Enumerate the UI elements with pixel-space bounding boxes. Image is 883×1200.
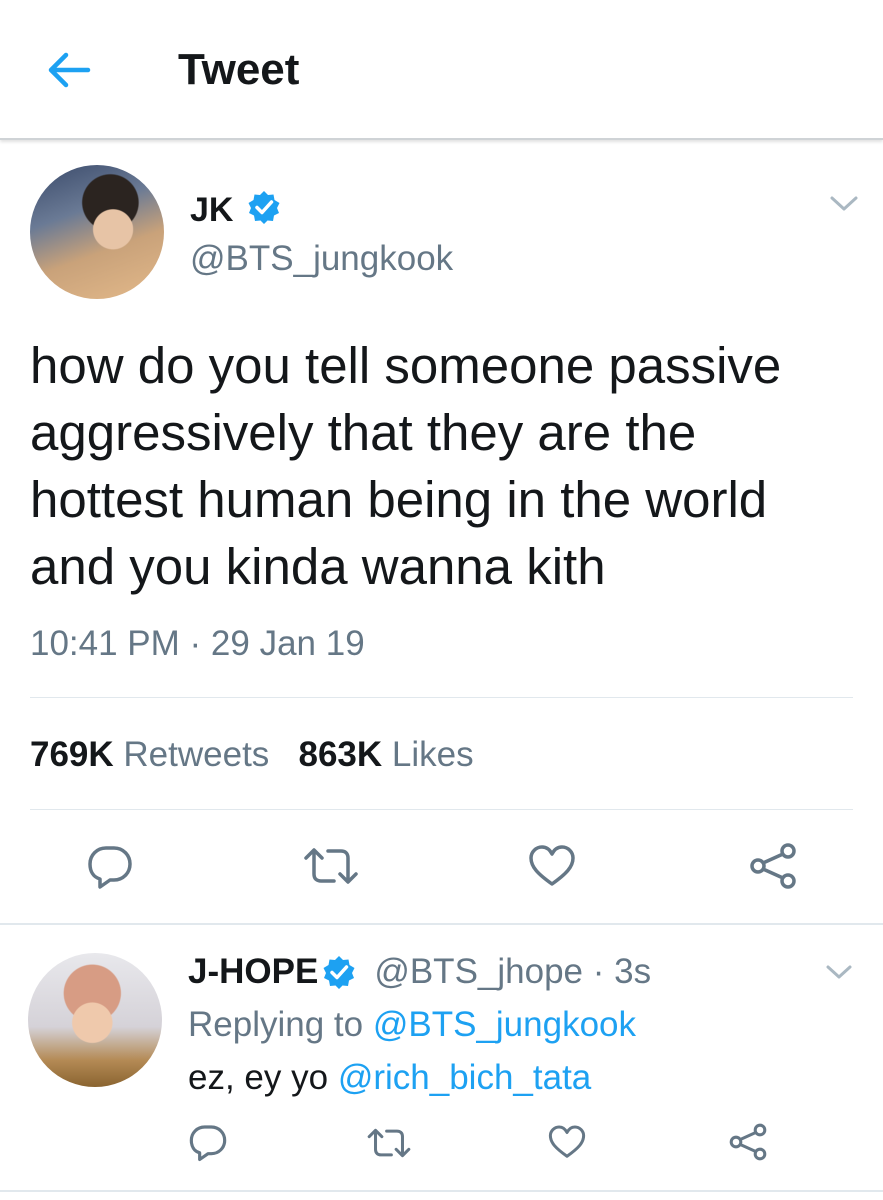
share-button[interactable] (748, 842, 798, 890)
timestamp-separator: · (179, 624, 211, 663)
reply-share-button[interactable] (728, 1122, 768, 1162)
more-options-button[interactable] (826, 190, 862, 216)
replying-to: Replying to @BTS_jungkook (188, 1003, 636, 1047)
tweet-stats: 769K Retweets 863K Likes (30, 733, 474, 777)
likes-stat[interactable]: 863K Likes (299, 735, 474, 774)
tweet-text: how do you tell someone passive aggressi… (30, 332, 860, 600)
back-button[interactable] (44, 48, 92, 92)
share-icon (729, 1123, 767, 1161)
retweets-label: Retweets (123, 735, 270, 774)
verified-badge-icon (247, 190, 281, 224)
tweet-timestamp: 10:41 PM · 29 Jan 19 (30, 622, 365, 666)
reply-text: ez, ey yo @rich_bich_tata (188, 1056, 591, 1100)
retweets-stat[interactable]: 769K Retweets (30, 735, 269, 774)
section-divider (0, 923, 883, 925)
retweet-icon (367, 1128, 411, 1158)
tweet-text-line: hottest human being in the world (30, 471, 768, 528)
tweet-text-line: how do you tell someone passive (30, 337, 782, 394)
tweet-text-line: aggressively that they are the (30, 404, 697, 461)
reply-button[interactable] (86, 843, 134, 889)
reply-retweet-button[interactable] (366, 1127, 412, 1159)
reply-like-button[interactable] (548, 1124, 586, 1160)
retweet-icon (304, 848, 358, 884)
retweets-count: 769K (30, 735, 114, 774)
heart-icon (548, 1125, 586, 1158)
author-name[interactable]: JK (190, 190, 233, 230)
reply-author-avatar[interactable] (28, 953, 162, 1087)
section-divider (0, 1190, 883, 1192)
reply-separator: · (583, 952, 615, 991)
chevron-down-icon (826, 965, 852, 979)
reply-more-options-button[interactable] (822, 960, 856, 984)
reply-bubble-icon (189, 1125, 227, 1162)
tweet-date: 29 Jan 19 (210, 624, 365, 663)
reply-reply-button[interactable] (188, 1122, 228, 1162)
retweet-button[interactable] (302, 846, 360, 886)
like-button[interactable] (528, 844, 576, 888)
tweet-text-line: and you kinda wanna kith (30, 538, 606, 595)
verified-badge-icon (322, 955, 356, 989)
replying-to-link[interactable]: @BTS_jungkook (373, 1005, 636, 1044)
author-handle[interactable]: @BTS_jungkook (190, 238, 453, 280)
replying-to-label: Replying to (188, 1005, 364, 1044)
arrow-left-icon (48, 52, 91, 88)
chevron-down-icon (830, 196, 858, 211)
reply-bubble-icon (88, 846, 132, 889)
page-title: Tweet (178, 45, 300, 94)
reply-header: J-HOPE @BTS_jhope · 3s (188, 950, 651, 994)
reply-author-name[interactable]: J-HOPE (188, 952, 318, 991)
likes-label: Likes (391, 735, 474, 774)
share-icon (750, 843, 796, 889)
top-app-bar (0, 0, 883, 140)
reply-age: 3s (614, 952, 652, 991)
author-avatar[interactable] (30, 165, 164, 299)
divider (30, 809, 853, 810)
mention-link[interactable]: @rich_bich_tata (338, 1058, 591, 1097)
reply-author-handle[interactable]: @BTS_jhope (374, 952, 583, 991)
heart-icon (529, 845, 575, 886)
tweet-time: 10:41 PM (30, 624, 180, 663)
likes-count: 863K (298, 735, 383, 774)
reply-text-body: ez, ey yo (188, 1058, 329, 1097)
divider (30, 697, 853, 698)
